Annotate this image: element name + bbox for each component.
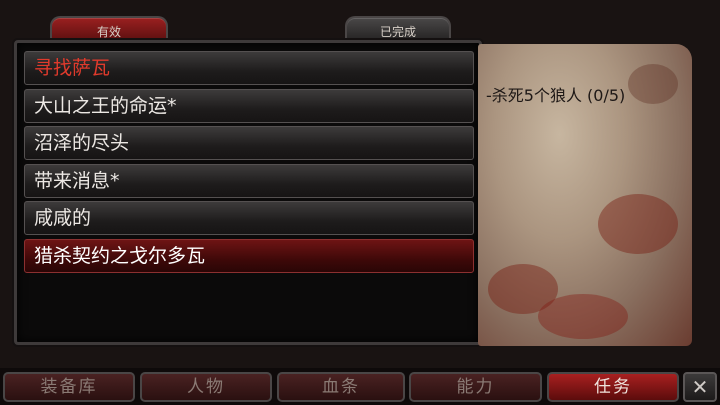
parchment-stain: [628, 64, 678, 104]
parchment-stain: [538, 294, 628, 339]
close-icon: ✕: [691, 375, 709, 399]
tab-quests[interactable]: 任务: [547, 372, 679, 402]
tab-blood[interactable]: 血条: [277, 372, 405, 402]
quest-row-hunt-contract[interactable]: 猎杀契约之戈尔多瓦: [24, 238, 474, 273]
tab-character[interactable]: 人物: [140, 372, 272, 402]
quest-row-mountain-king[interactable]: 大山之王的命运*: [24, 88, 474, 123]
close-button[interactable]: ✕: [683, 372, 717, 402]
tab-skills[interactable]: 能力: [409, 372, 542, 402]
parchment-stain: [598, 194, 678, 254]
quest-objective: -杀死5个狼人 (0/5): [486, 86, 626, 105]
quest-row-bring-news[interactable]: 带来消息*: [24, 163, 474, 198]
quest-row-salty[interactable]: 咸咸的: [24, 201, 474, 235]
quest-row-find-sava[interactable]: 寻找萨瓦: [24, 51, 474, 85]
quest-list: 寻找萨瓦 大山之王的命运* 沼泽的尽头 带来消息* 咸咸的 猎杀契约之戈尔多瓦: [24, 51, 474, 276]
tab-inventory[interactable]: 装备库: [3, 372, 135, 402]
quest-row-swamp-end[interactable]: 沼泽的尽头: [24, 126, 474, 160]
